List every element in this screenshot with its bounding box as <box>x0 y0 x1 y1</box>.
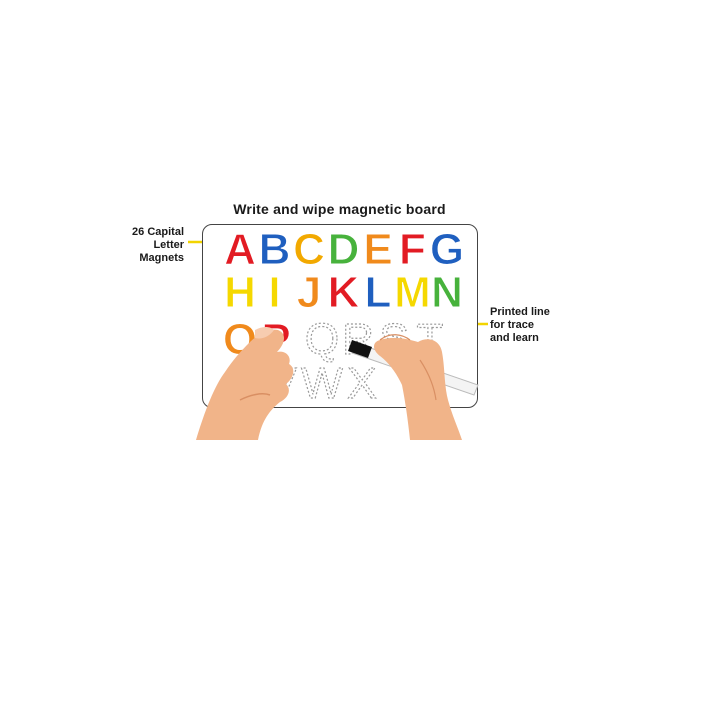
trace-callout: Printed line for trace and learn <box>490 306 552 345</box>
magnets-callout-line-1: 26 Capital <box>132 226 184 238</box>
trace-callout-line-1: Printed line <box>490 306 550 318</box>
magnetic-board <box>202 224 478 408</box>
trace-callout-line-2: for trace <box>490 319 535 331</box>
trace-callout-line-3: and learn <box>490 332 539 344</box>
magnets-callout-line-2: Letter <box>153 239 184 251</box>
magnets-callout-line-3: Magnets <box>139 252 184 264</box>
board-title: Write and wipe magnetic board <box>233 201 446 217</box>
magnets-callout: 26 Capital Letter Magnets <box>112 226 184 265</box>
